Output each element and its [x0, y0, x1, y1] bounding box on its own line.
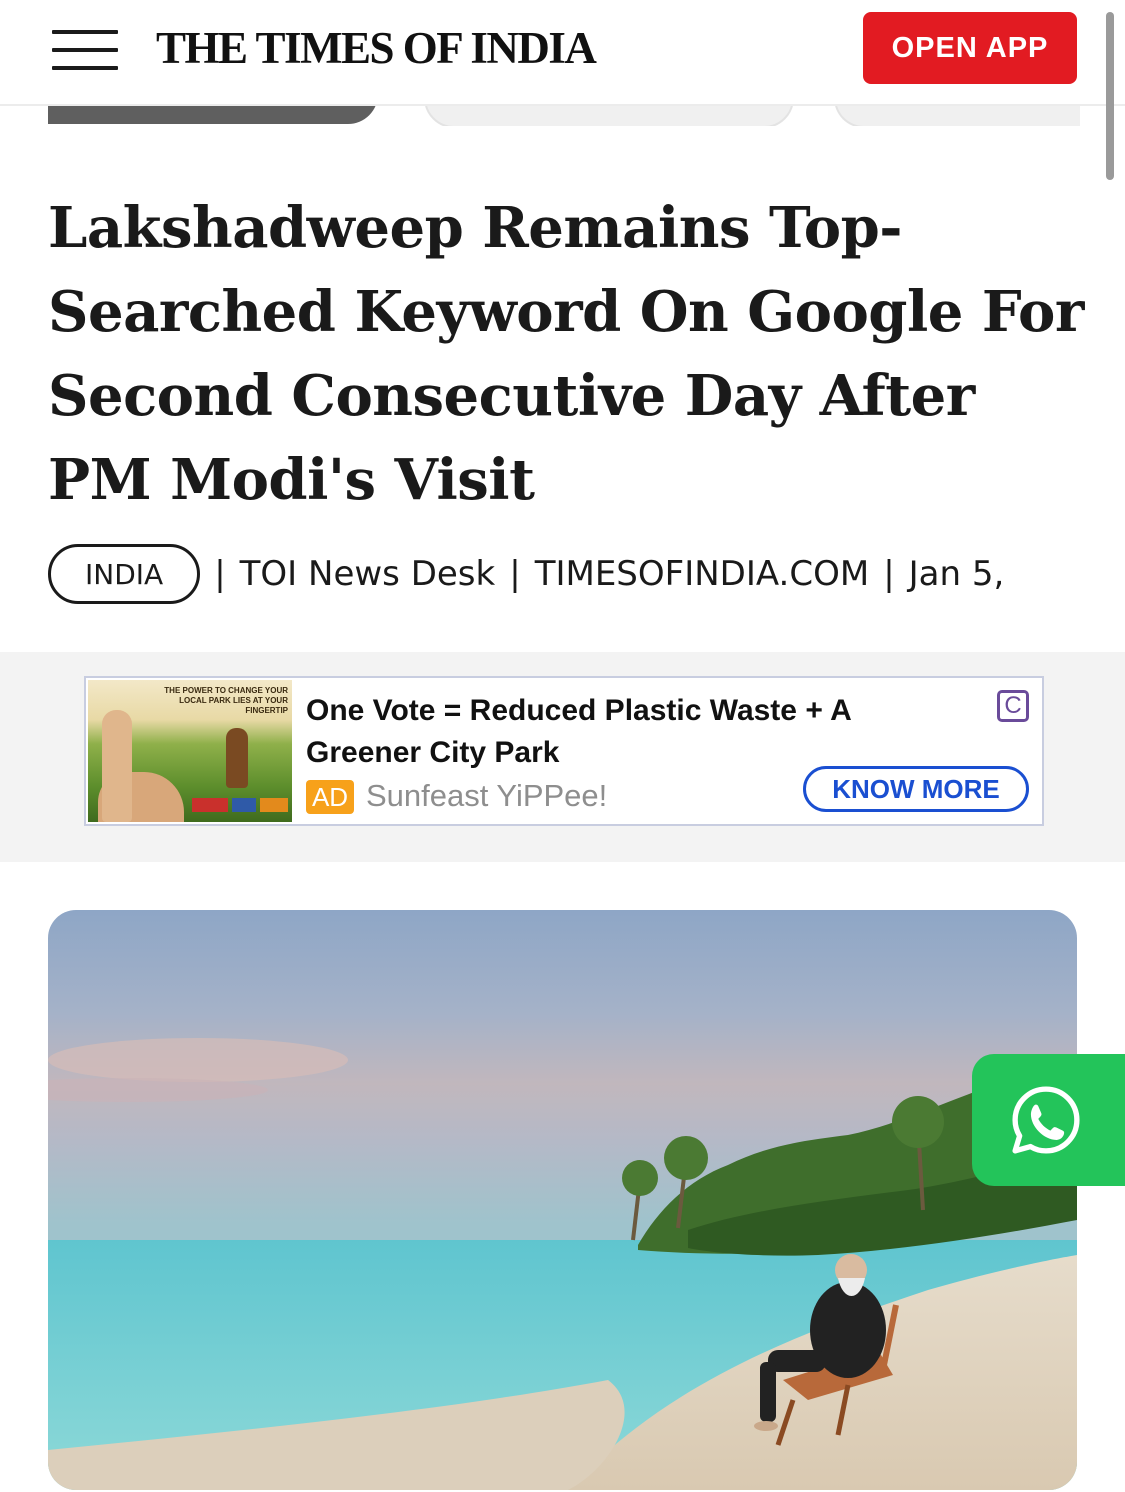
ad-title[interactable]: One Vote = Reduced Plastic Waste + A Gre… — [306, 690, 946, 774]
ad-container: THE POWER TO CHANGE YOUR LOCAL PARK LIES… — [0, 652, 1125, 862]
category-pill[interactable] — [834, 104, 1080, 126]
meta-separator: | — [883, 554, 895, 594]
ad-sponsor: Sunfeast YiPPee! — [366, 778, 608, 813]
ad-thumbnail[interactable]: THE POWER TO CHANGE YOUR LOCAL PARK LIES… — [88, 680, 292, 822]
category-pill[interactable] — [424, 104, 794, 126]
ad-label-badge: AD — [306, 780, 354, 814]
meta-separator: | — [509, 554, 521, 594]
site-logo[interactable]: THE TIMES OF INDIA — [156, 22, 597, 74]
ad-thumbnail-text: THE POWER TO CHANGE YOUR LOCAL PARK LIES… — [164, 686, 288, 715]
meta-separator: | — [214, 554, 226, 594]
adchoices-icon[interactable]: C — [997, 690, 1029, 722]
know-more-button[interactable]: KNOW MORE — [803, 766, 1029, 812]
native-ad[interactable]: THE POWER TO CHANGE YOUR LOCAL PARK LIES… — [84, 676, 1044, 826]
category-tag[interactable]: INDIA — [48, 544, 201, 604]
category-pill-strip — [0, 104, 1125, 126]
beach-scene-illustration — [48, 1038, 1077, 1490]
hamburger-menu-icon[interactable] — [52, 30, 118, 70]
site-header: THE TIMES OF INDIA OPEN APP — [0, 0, 1125, 106]
open-app-button[interactable]: OPEN APP — [863, 12, 1077, 84]
article-hero-image[interactable] — [48, 910, 1077, 1490]
whatsapp-icon — [1011, 1086, 1080, 1154]
article-page: THE TIMES OF INDIA OPEN APP Lakshadweep … — [0, 0, 1125, 1492]
article-meta: INDIA | TOI News Desk | TIMESOFINDIA.COM… — [48, 544, 1125, 604]
source-name: TIMESOFINDIA.COM — [534, 554, 870, 594]
page-scrollbar[interactable] — [1106, 12, 1114, 180]
author-name: TOI News Desk — [239, 554, 496, 594]
article-headline: Lakshadweep Remains Top-Searched Keyword… — [48, 195, 1084, 513]
category-pill-active[interactable] — [48, 104, 378, 124]
whatsapp-share-button[interactable] — [972, 1054, 1125, 1186]
publish-date: Jan 5, — [908, 554, 1005, 594]
